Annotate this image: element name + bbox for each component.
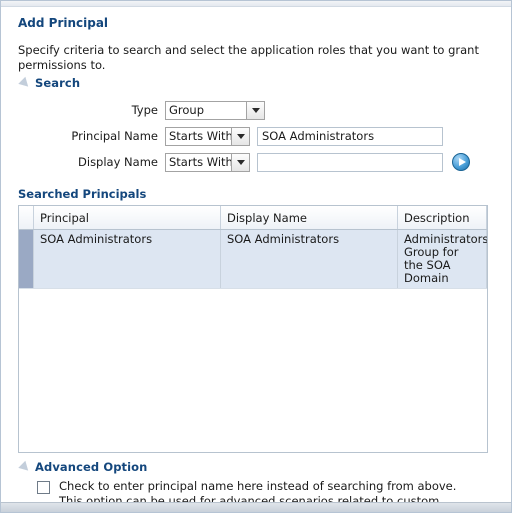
column-header-description[interactable]: Description — [397, 206, 487, 230]
table-row[interactable]: SOA Administrators SOA Administrators Ad… — [19, 229, 487, 289]
type-select-wrapper: Group — [165, 100, 265, 120]
table-header-row: Principal Display Name Description — [19, 206, 487, 230]
triangle-expanded-icon[interactable] — [18, 460, 32, 474]
searched-principals-table-container[interactable]: Principal Display Name Description SOA A… — [18, 205, 488, 453]
principal-name-label: Principal Name — [71, 129, 158, 143]
advanced-option-header[interactable]: Advanced Option — [18, 460, 499, 474]
searched-principals-table: Principal Display Name Description SOA A… — [19, 206, 487, 289]
advanced-option-checkbox[interactable] — [37, 481, 50, 494]
advanced-option-label: Advanced Option — [35, 460, 148, 474]
principal-name-operator-select[interactable]: Starts With — [165, 126, 250, 146]
cell-description: Administrators Group for the SOA Domain — [397, 229, 487, 289]
table-header: Principal Display Name Description — [19, 206, 487, 230]
column-header-principal[interactable]: Principal — [33, 206, 221, 230]
search-form: Type Group Principal Name Starts With SO… — [13, 97, 499, 175]
cell-display-name: SOA Administrators — [220, 229, 398, 289]
type-select[interactable]: Group — [165, 100, 265, 120]
triangle-expanded-icon[interactable] — [18, 76, 32, 90]
row-handle[interactable] — [19, 229, 34, 289]
search-section-label: Search — [35, 76, 81, 90]
search-section-header[interactable]: Search — [18, 76, 499, 90]
cell-principal: SOA Administrators — [33, 229, 221, 289]
display-name-input[interactable] — [257, 152, 443, 172]
type-label: Type — [131, 103, 158, 117]
row-handle-header — [19, 206, 34, 230]
display-name-operator-select[interactable]: Starts With — [165, 152, 250, 172]
searched-principals-label: Searched Principals — [18, 187, 147, 201]
form-row-principal-name: Principal Name Starts With — [13, 123, 499, 149]
display-name-operator-wrapper: Starts With — [165, 152, 250, 172]
dialog-instructions: Specify criteria to search and select th… — [18, 43, 479, 72]
search-go-button[interactable] — [452, 153, 470, 171]
dialog-content: Add Principal Specify criteria to search… — [1, 7, 511, 512]
window-bottom-chrome — [1, 502, 511, 512]
principal-name-operator-wrapper: Starts With — [165, 126, 250, 146]
add-principal-dialog: Add Principal Specify criteria to search… — [0, 0, 512, 513]
table-body: SOA Administrators SOA Administrators Ad… — [19, 229, 487, 289]
display-name-label: Display Name — [78, 155, 158, 169]
principal-name-input[interactable] — [257, 126, 443, 146]
form-row-display-name: Display Name Starts With — [13, 149, 499, 175]
column-header-display-name[interactable]: Display Name — [220, 206, 398, 230]
page-title: Add Principal — [18, 16, 109, 30]
play-circle-icon — [458, 158, 466, 166]
form-row-type: Type Group — [13, 97, 499, 123]
